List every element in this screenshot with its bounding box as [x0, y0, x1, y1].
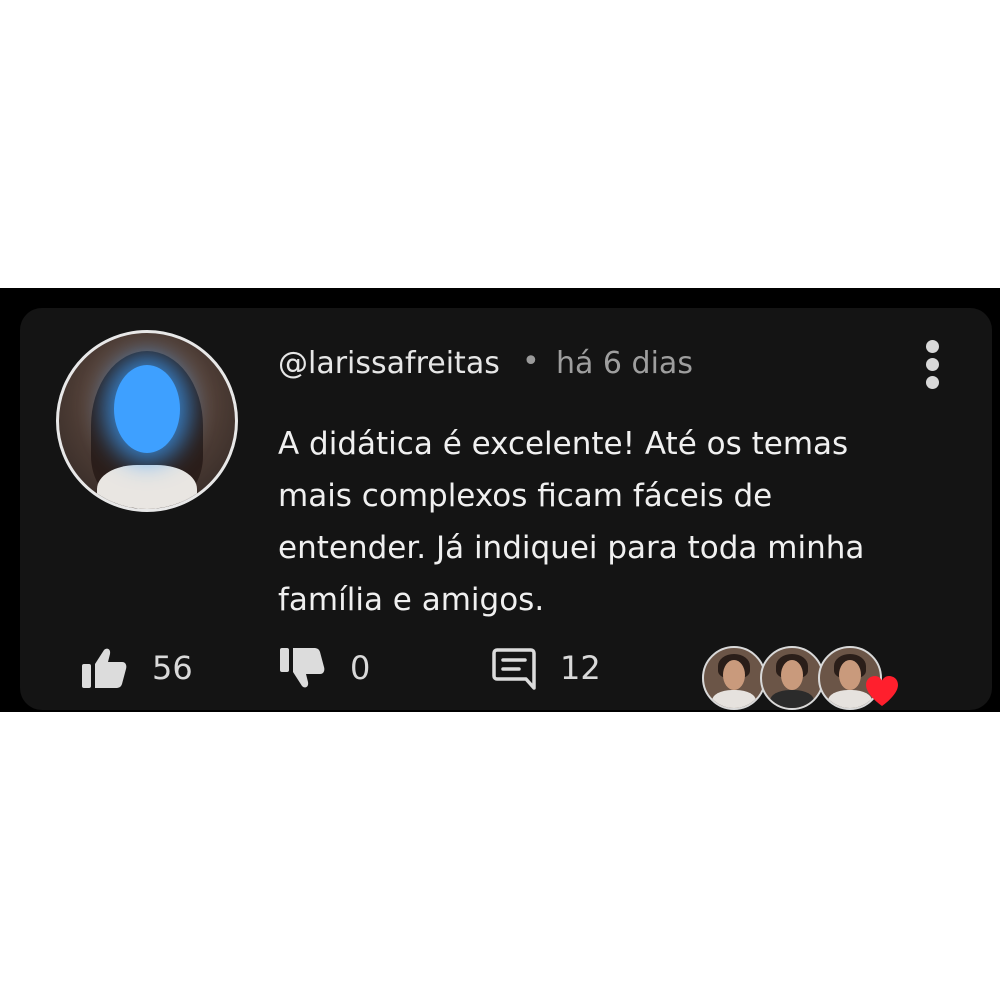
comment-text-line: A didática é excelente! Até os temas: [278, 426, 849, 462]
thumbs-down-icon: [280, 648, 325, 688]
avatar[interactable]: [56, 330, 238, 512]
reply-button[interactable]: 12: [492, 646, 601, 690]
comment-username[interactable]: @larissafreitas: [278, 346, 500, 381]
separator-dot: •: [522, 344, 540, 379]
avatar-blurred-face: [114, 365, 180, 453]
comment-text-line: entender. Já indiquei para toda minha: [278, 530, 865, 566]
like-button[interactable]: 56: [80, 646, 193, 690]
reactor-avatar: [760, 646, 824, 710]
comment-band: @larissafreitas • há 6 dias A didática é…: [0, 288, 1000, 712]
comment-icon: [492, 648, 536, 690]
thumbs-up-icon: [82, 648, 127, 688]
comment-text: A didática é excelente! Até os temas mai…: [278, 418, 898, 626]
reactor-avatars[interactable]: [702, 646, 902, 712]
dislike-button[interactable]: 0: [278, 646, 370, 690]
comment-text-line: família e amigos.: [278, 582, 545, 618]
comment-card: @larissafreitas • há 6 dias A didática é…: [20, 308, 992, 710]
reply-count: 12: [560, 649, 601, 687]
more-vertical-icon[interactable]: [920, 340, 944, 396]
comment-text-line: mais complexos ficam fáceis de: [278, 478, 773, 514]
comment-timestamp: há 6 dias: [556, 346, 693, 381]
like-count: 56: [152, 649, 193, 687]
reactor-avatar: [702, 646, 766, 710]
avatar-shirt: [97, 465, 197, 509]
dislike-count: 0: [350, 649, 371, 687]
heart-icon: [866, 676, 898, 706]
